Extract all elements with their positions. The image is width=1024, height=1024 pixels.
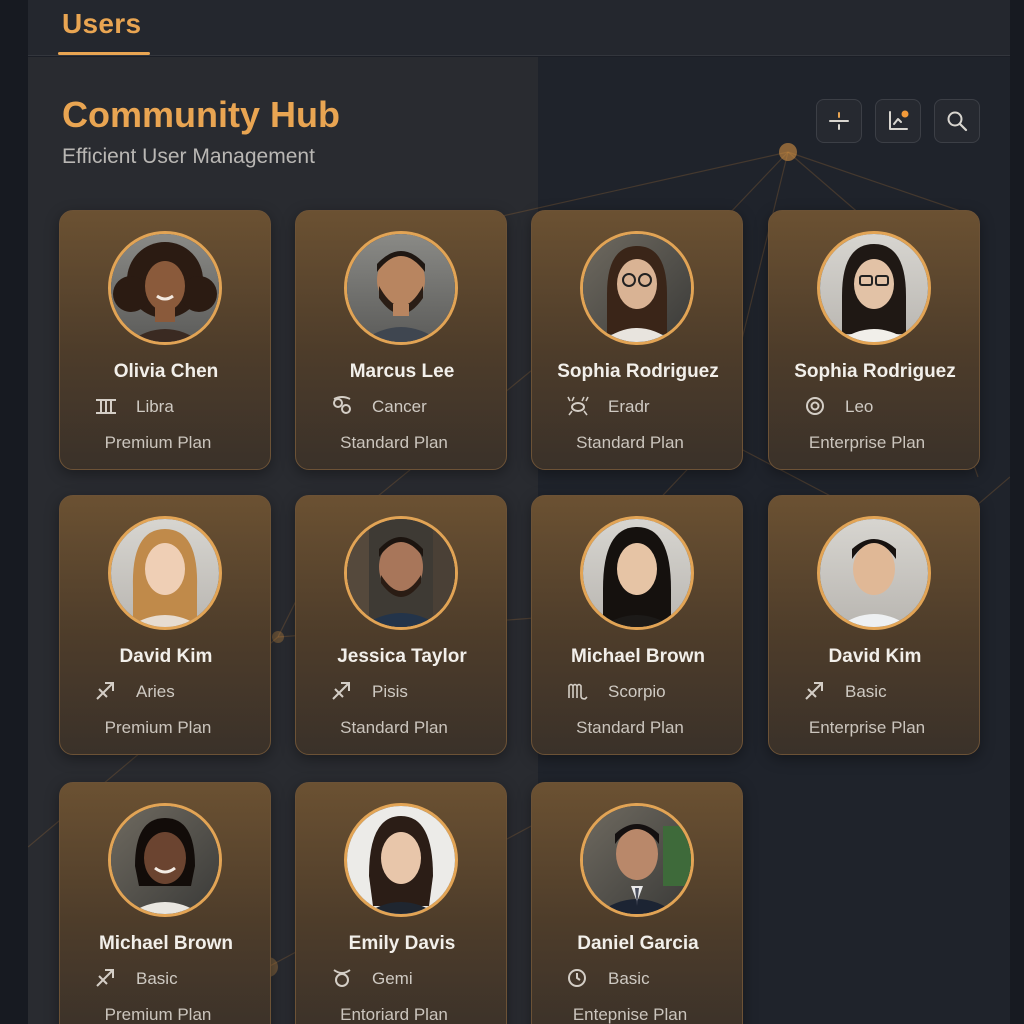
plan-label: Enterprise Plan bbox=[808, 433, 926, 452]
avatar bbox=[344, 516, 458, 630]
plan-label: Premium Plan bbox=[104, 433, 212, 452]
avatar bbox=[108, 231, 222, 345]
zodiac-sign: Basic bbox=[136, 969, 178, 988]
chart-icon bbox=[889, 110, 909, 130]
plan-label: Entoriard Plan bbox=[340, 1005, 448, 1024]
plan-label: Standard Plan bbox=[576, 433, 684, 452]
zodiac-row: Leo bbox=[803, 395, 973, 417]
zodiac-sign: Pisis bbox=[372, 682, 408, 701]
user-name: Jessica Taylor bbox=[337, 646, 467, 667]
user-card[interactable]: Daniel Garcia Basic Entepnise Plan bbox=[531, 782, 743, 1024]
plan-label: Standard Plan bbox=[340, 433, 448, 452]
zodiac-row: Basic bbox=[803, 680, 973, 702]
zodiac-row: Pisis bbox=[330, 680, 500, 702]
zodiac-sign: Eradr bbox=[608, 397, 650, 416]
avatar bbox=[817, 516, 931, 630]
user-card[interactable]: Michael Brown Basic Premium Plan bbox=[59, 782, 271, 1024]
analytics-button[interactable] bbox=[875, 99, 921, 143]
avatar bbox=[108, 516, 222, 630]
zodiac-row: Libra bbox=[94, 395, 264, 417]
top-navigation-bar: Users bbox=[28, 0, 1010, 56]
plan-label: Standard Plan bbox=[576, 718, 684, 737]
avatar bbox=[344, 231, 458, 345]
avatar bbox=[108, 803, 222, 917]
zodiac-sign: Gemi bbox=[372, 969, 413, 988]
clock-icon bbox=[568, 969, 586, 987]
avatar bbox=[580, 803, 694, 917]
sagittarius-icon bbox=[332, 682, 350, 700]
zodiac-sign: Basic bbox=[608, 969, 650, 988]
search-button[interactable] bbox=[934, 99, 980, 143]
user-card[interactable]: Jessica Taylor Pisis Standard Plan bbox=[295, 495, 507, 755]
zodiac-sign: Aries bbox=[136, 682, 175, 701]
cancer-icon bbox=[333, 396, 351, 414]
user-card[interactable]: David Kim Basic Enterprise Plan bbox=[768, 495, 980, 755]
avatar bbox=[580, 231, 694, 345]
taurus-icon bbox=[333, 969, 351, 987]
sagittarius-icon bbox=[96, 969, 114, 987]
filter-icon bbox=[829, 112, 849, 130]
zodiac-sign: Libra bbox=[136, 397, 174, 416]
user-name: David Kim bbox=[828, 646, 922, 667]
tab-users[interactable]: Users bbox=[58, 8, 145, 56]
crab-icon bbox=[567, 396, 589, 416]
plan-label: Premium Plan bbox=[104, 1005, 212, 1024]
user-name: Olivia Chen bbox=[113, 361, 219, 382]
user-card[interactable]: Marcus Lee Cancer Standard Plan bbox=[295, 210, 507, 470]
scorpio-icon bbox=[568, 683, 588, 700]
zodiac-row: Cancer bbox=[330, 395, 500, 417]
left-edge bbox=[0, 0, 28, 1024]
user-card[interactable]: Sophia Rodriguez Eradr Standard Plan bbox=[531, 210, 743, 470]
zodiac-row: Basic bbox=[566, 967, 736, 989]
user-card[interactable]: Emily Davis Gemi Entoriard Plan bbox=[295, 782, 507, 1024]
user-name: Sophia Rodriguez bbox=[557, 361, 719, 382]
plan-label: Entepnise Plan bbox=[572, 1005, 688, 1024]
user-card[interactable]: David Kim Aries Premium Plan bbox=[59, 495, 271, 755]
page-subtitle: Efficient User Management bbox=[62, 145, 315, 168]
sagittarius-icon bbox=[805, 682, 823, 700]
notification-dot bbox=[901, 110, 909, 118]
user-name: Michael Brown bbox=[570, 646, 706, 667]
avatar bbox=[344, 803, 458, 917]
page-title: Community Hub bbox=[62, 94, 340, 135]
active-tab-indicator bbox=[58, 52, 150, 55]
zodiac-row: Basic bbox=[94, 967, 264, 989]
sagittarius-icon bbox=[96, 682, 114, 700]
user-name: Daniel Garcia bbox=[577, 933, 699, 954]
search-icon bbox=[947, 111, 968, 132]
user-name: Sophia Rodriguez bbox=[794, 361, 956, 382]
zodiac-sign: Basic bbox=[845, 682, 887, 701]
user-card[interactable]: Sophia Rodriguez Leo Enterprise Plan bbox=[768, 210, 980, 470]
zodiac-row: Gemi bbox=[330, 967, 500, 989]
libra-icon bbox=[96, 399, 116, 414]
plan-label: Enterprise Plan bbox=[808, 718, 926, 737]
user-name: David Kim bbox=[119, 646, 213, 667]
user-card[interactable]: Olivia Chen Libra Premium Plan bbox=[59, 210, 271, 470]
user-name: Michael Brown bbox=[98, 933, 234, 954]
user-card[interactable]: Michael Brown Scorpio Standard Plan bbox=[531, 495, 743, 755]
filter-button[interactable] bbox=[816, 99, 862, 143]
user-name: Marcus Lee bbox=[349, 361, 455, 382]
right-edge bbox=[1010, 0, 1024, 1024]
avatar bbox=[817, 231, 931, 345]
zodiac-row: Aries bbox=[94, 680, 264, 702]
zodiac-sign: Scorpio bbox=[608, 682, 666, 701]
zodiac-sign: Leo bbox=[845, 397, 874, 416]
zodiac-row: Scorpio bbox=[566, 680, 736, 702]
user-name: Emily Davis bbox=[348, 933, 456, 954]
avatar bbox=[580, 516, 694, 630]
plan-label: Premium Plan bbox=[104, 718, 212, 737]
leo-icon bbox=[806, 397, 824, 415]
zodiac-row: Eradr bbox=[566, 395, 736, 417]
zodiac-sign: Cancer bbox=[372, 397, 427, 416]
plan-label: Standard Plan bbox=[340, 718, 448, 737]
